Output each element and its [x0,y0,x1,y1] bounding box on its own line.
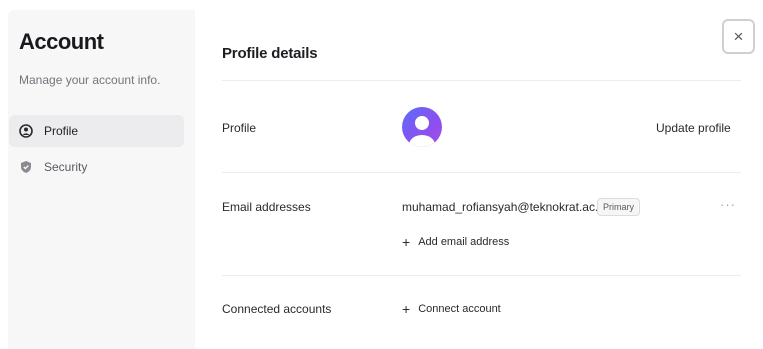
divider [222,275,741,276]
sidebar-item-label: Profile [44,124,79,138]
sidebar-item-security[interactable]: Security [9,151,184,183]
add-email-button[interactable]: + Add email address [402,235,509,249]
user-avatar-icon [409,116,435,147]
avatar[interactable] [402,107,442,147]
plus-icon: + [402,301,411,317]
divider [222,80,741,81]
profile-label: Profile [222,121,257,135]
sidebar-item-profile[interactable]: Profile [9,115,184,147]
close-button[interactable]: × [722,19,755,54]
page-title: Profile details [222,45,318,62]
close-icon: × [733,26,744,46]
connect-account-button[interactable]: + Connect account [402,302,501,316]
account-title: Account [19,29,104,54]
sidebar-item-label: Security [44,160,88,174]
account-subtitle: Manage your account info. [19,73,161,87]
shield-icon [19,160,33,174]
primary-badge: Primary [597,198,640,216]
connected-accounts-label: Connected accounts [222,302,332,316]
user-circle-icon [19,124,33,138]
connect-account-label: Connect account [418,303,501,315]
update-profile-button[interactable]: Update profile [656,121,731,135]
email-addresses-label: Email addresses [222,200,311,214]
more-options-icon[interactable]: ··· [720,197,736,212]
email-address: muhamad_rofiansyah@teknokrat.ac.id [402,200,608,214]
add-email-label: Add email address [418,236,510,248]
plus-icon: + [402,234,411,250]
divider [222,172,741,173]
